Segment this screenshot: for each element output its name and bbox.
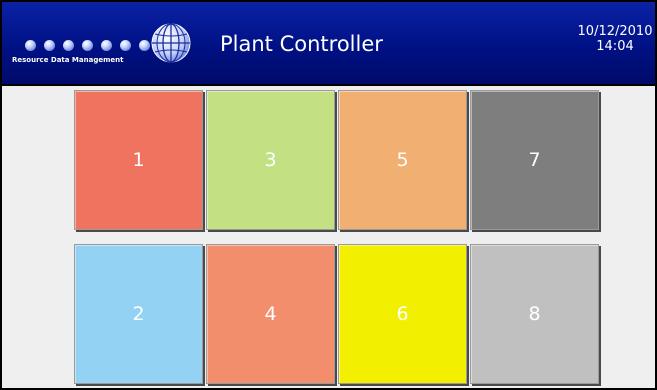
logo-text: Resource Data Management bbox=[12, 56, 124, 64]
tile-button-5[interactable]: 5 bbox=[338, 90, 467, 230]
time-text: 14:04 bbox=[596, 39, 634, 54]
datetime-display: 10/12/2010 14:04 bbox=[575, 24, 655, 54]
company-logo: Resource Data Management bbox=[10, 22, 200, 66]
tile-label: 1 bbox=[132, 149, 145, 171]
tile-button-4[interactable]: 4 bbox=[206, 244, 335, 384]
tile-label: 6 bbox=[396, 303, 409, 325]
header-bar: Resource Data Management Plant Controlle… bbox=[2, 2, 655, 86]
app-window: Resource Data Management Plant Controlle… bbox=[0, 0, 657, 390]
tile-button-7[interactable]: 7 bbox=[470, 90, 599, 230]
tile-label: 5 bbox=[396, 149, 409, 171]
globe-icon bbox=[151, 23, 191, 63]
tile-label: 4 bbox=[264, 303, 277, 325]
tile-button-6[interactable]: 6 bbox=[338, 244, 467, 384]
tile-label: 7 bbox=[528, 149, 541, 171]
tile-grid: 1 3 5 7 2 4 6 8 bbox=[74, 90, 599, 386]
tile-label: 3 bbox=[264, 149, 277, 171]
tile-button-2[interactable]: 2 bbox=[74, 244, 203, 384]
tile-label: 2 bbox=[132, 303, 145, 325]
tile-button-8[interactable]: 8 bbox=[470, 244, 599, 384]
page-title: Plant Controller bbox=[220, 32, 383, 56]
tile-button-3[interactable]: 3 bbox=[206, 90, 335, 230]
tile-button-1[interactable]: 1 bbox=[74, 90, 203, 230]
date-text: 10/12/2010 bbox=[577, 24, 653, 39]
tile-label: 8 bbox=[528, 303, 541, 325]
